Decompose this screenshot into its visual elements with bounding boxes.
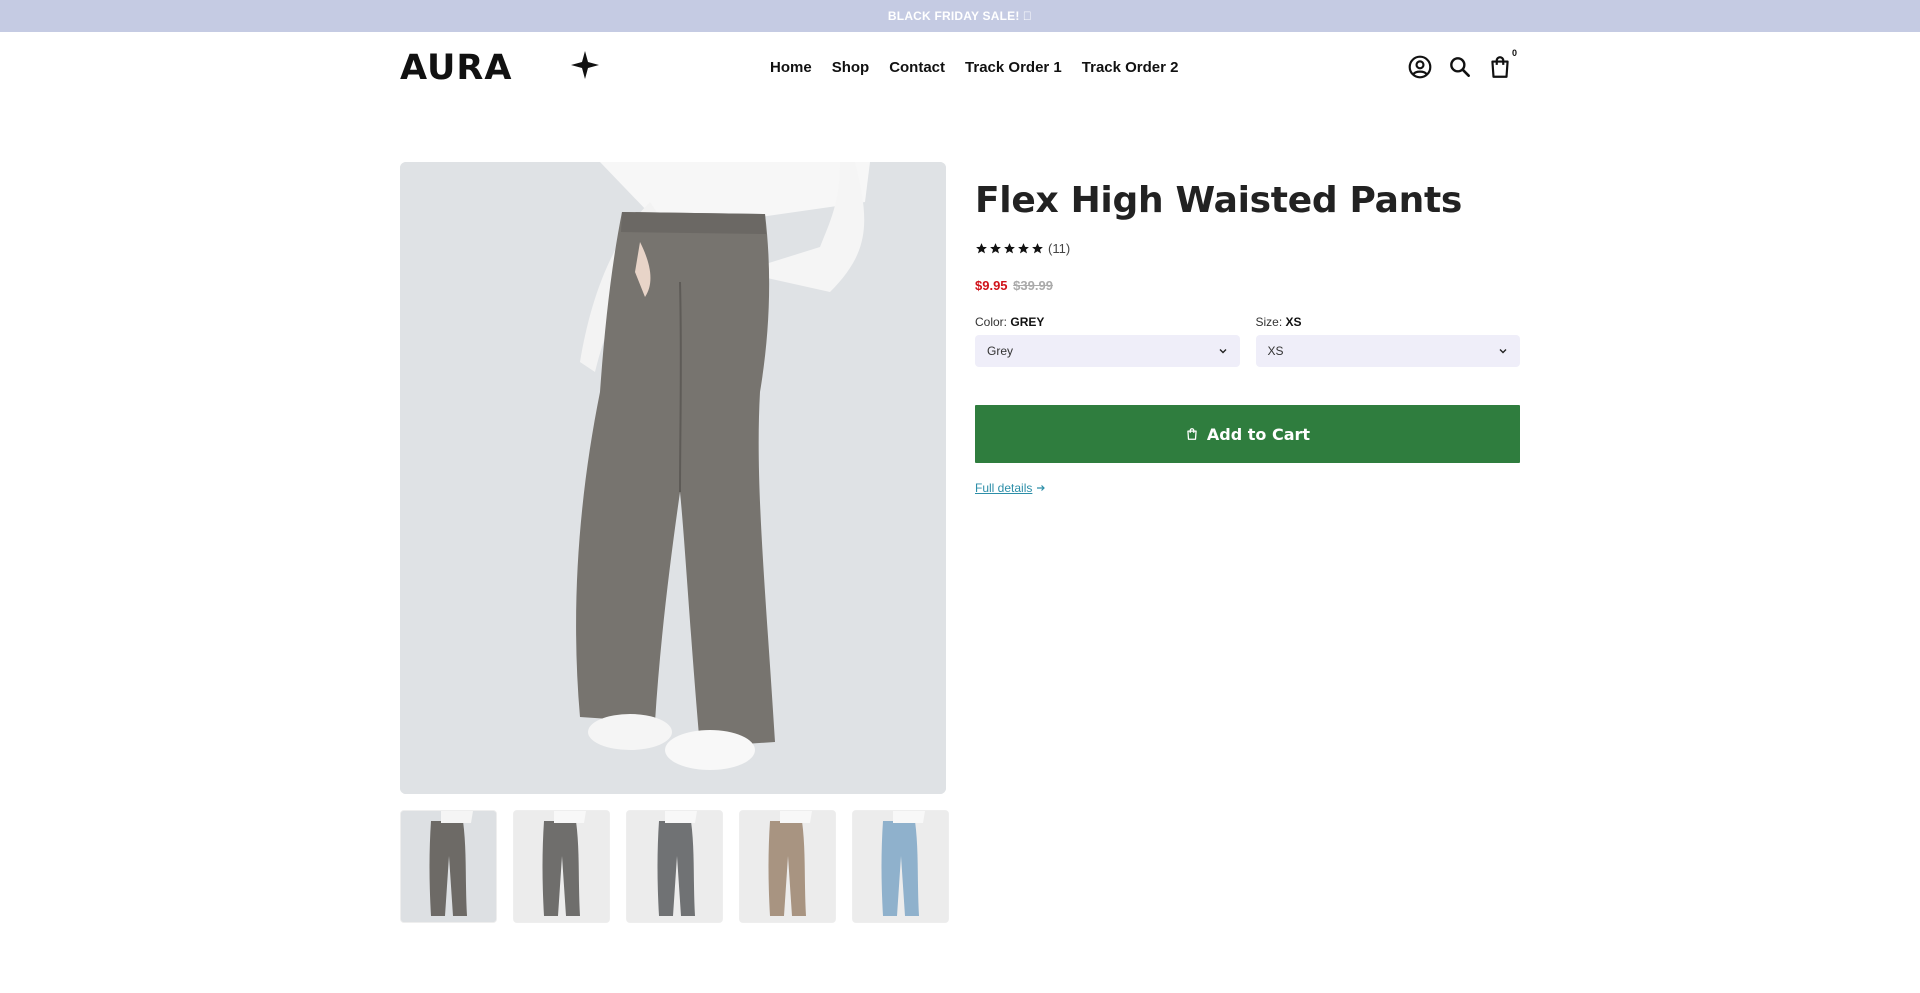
variant-selectors: Color: GREY Grey Size: XS XS	[975, 315, 1520, 367]
sparkle-icon	[571, 51, 599, 79]
star-icon	[1018, 243, 1029, 254]
chevron-down-icon	[1219, 349, 1226, 354]
search-icon[interactable]	[1447, 54, 1473, 80]
product-main-image[interactable]	[400, 162, 946, 794]
brand-logo-text: AURA	[400, 49, 512, 83]
thumbnail-image	[401, 811, 496, 922]
cart-icon[interactable]	[1487, 54, 1513, 80]
original-price: $39.99	[1013, 278, 1053, 293]
thumbnail-image	[514, 811, 609, 922]
sale-price: $9.95	[975, 278, 1008, 293]
thumbnail-2[interactable]	[513, 810, 610, 923]
color-label-text: Color:	[975, 315, 1008, 329]
star-icon	[1004, 243, 1015, 254]
size-variant: Size: XS XS	[1255, 315, 1521, 367]
announcement-text: BLACK FRIDAY SALE! ⃞	[887, 9, 1033, 23]
size-select-value: XS	[1267, 344, 1284, 358]
product-rating[interactable]: (11)	[975, 241, 1520, 256]
full-details-label: Full details	[975, 481, 1033, 495]
thumbnail-1[interactable]	[400, 810, 497, 923]
color-select[interactable]: Grey	[975, 335, 1240, 367]
nav-contact[interactable]: Contact	[879, 59, 955, 76]
thumbnail-3[interactable]	[626, 810, 723, 923]
thumbnail-4[interactable]	[739, 810, 836, 923]
nav-shop[interactable]: Shop	[822, 59, 880, 76]
shopping-bag-icon	[1187, 428, 1197, 440]
add-to-cart-button[interactable]: Add to Cart	[975, 405, 1520, 463]
color-variant: Color: GREY Grey	[975, 315, 1240, 367]
product-photo	[400, 162, 946, 794]
thumbnail-image	[853, 811, 948, 922]
product-title: Flex High Waisted Pants	[975, 180, 1462, 221]
full-details-link[interactable]: Full details	[975, 481, 1046, 495]
add-to-cart-label: Add to Cart	[1206, 424, 1311, 444]
thumbnail-gallery	[400, 810, 949, 923]
account-icon[interactable]	[1407, 54, 1433, 80]
product-price: $9.95 $39.99	[975, 278, 1520, 293]
thumbnail-image	[627, 811, 722, 922]
brand-logo[interactable]: AURA	[400, 49, 600, 83]
nav-track-order-1[interactable]: Track Order 1	[955, 59, 1072, 76]
nav-track-order-2[interactable]: Track Order 2	[1072, 59, 1189, 76]
site-header: AURA Home Shop Contact Track Order 1 Tra…	[0, 32, 1920, 102]
rating-stars	[975, 242, 1044, 255]
color-label: Color: GREY	[975, 315, 1240, 329]
review-count: (11)	[1048, 241, 1071, 256]
cart-count-badge: 0	[1512, 48, 1518, 58]
product-info: Flex High Waisted Pants (11) $9.95 $39.9…	[975, 180, 1520, 497]
color-value: GREY	[1010, 315, 1045, 329]
size-value: XS	[1285, 315, 1302, 329]
star-icon	[1032, 243, 1043, 254]
size-label: Size: XS	[1256, 315, 1521, 329]
size-select[interactable]: XS	[1255, 335, 1520, 367]
size-label-text: Size:	[1255, 315, 1283, 329]
arrow-right-icon	[1037, 485, 1046, 491]
color-select-value: Grey	[987, 344, 1014, 358]
star-icon	[976, 243, 987, 254]
main-nav: Home Shop Contact Track Order 1 Track Or…	[760, 32, 1189, 102]
announcement-bar: BLACK FRIDAY SALE! ⃞	[0, 0, 1920, 32]
star-icon	[990, 243, 1001, 254]
nav-home[interactable]: Home	[760, 59, 822, 76]
chevron-down-icon	[1499, 349, 1507, 354]
thumbnail-5[interactable]	[852, 810, 949, 923]
thumbnail-image	[740, 811, 835, 922]
